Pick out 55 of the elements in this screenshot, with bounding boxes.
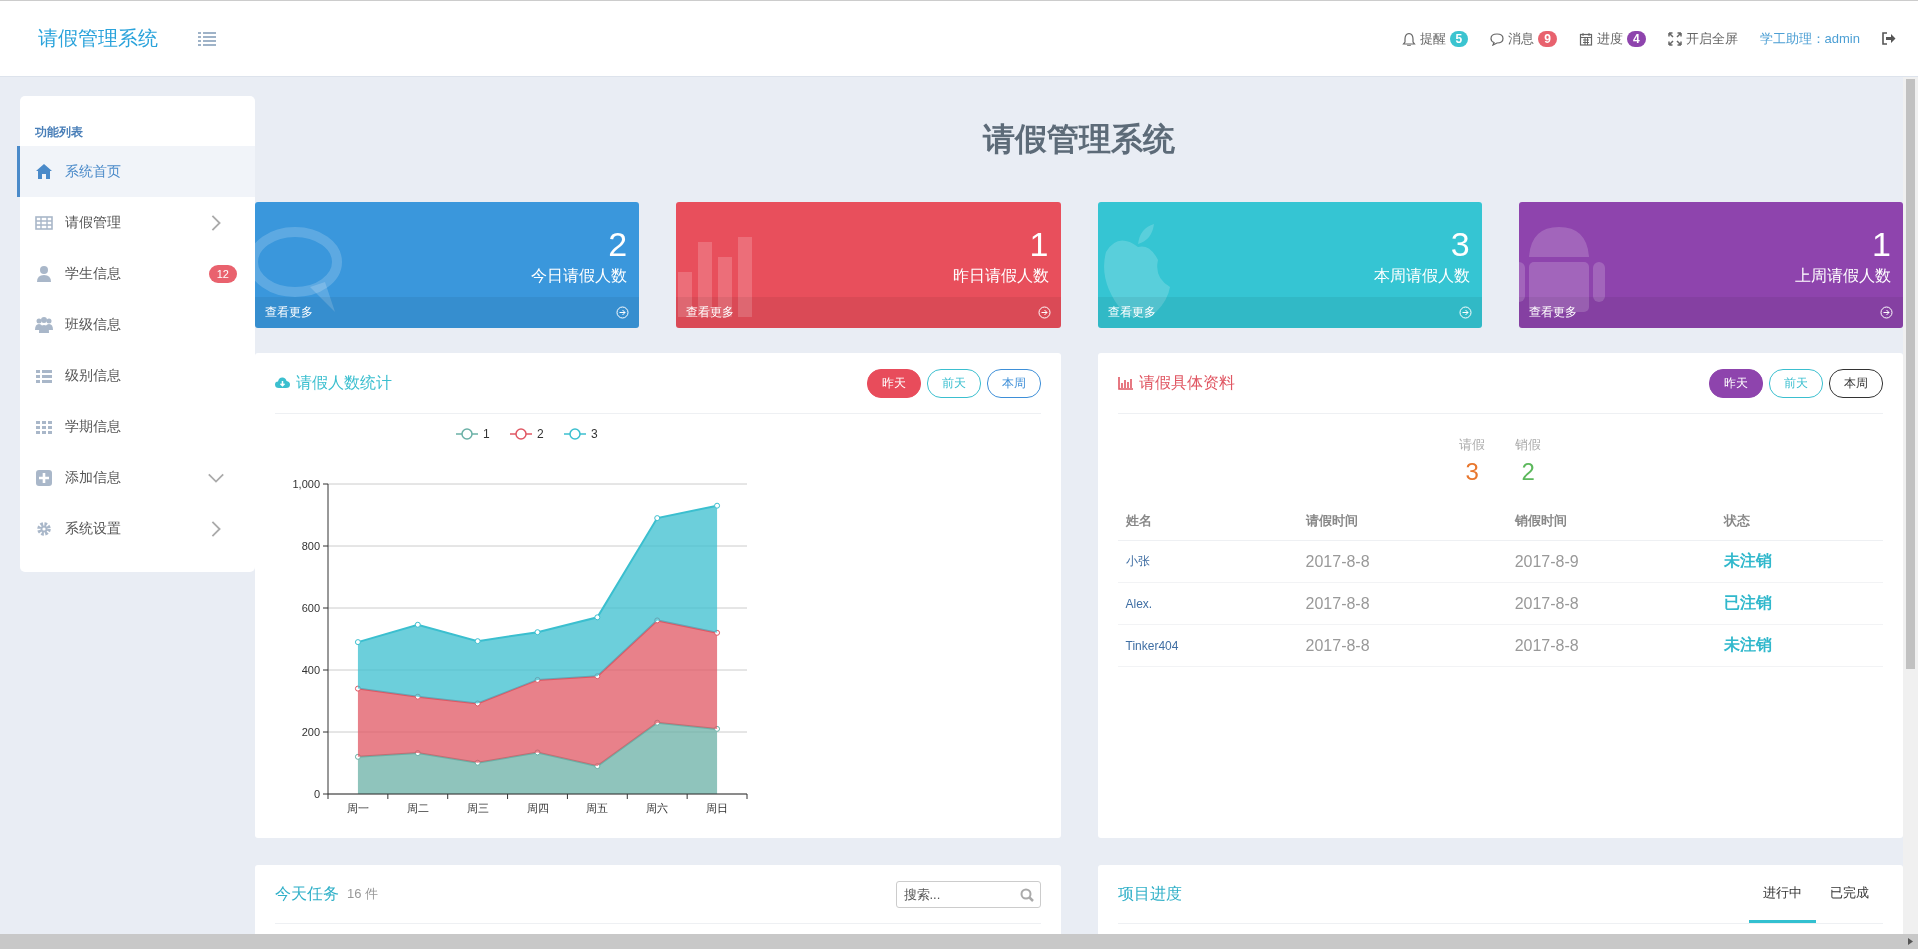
axis-label: 周四	[526, 802, 549, 814]
table-cell: Tinker404	[1117, 624, 1298, 667]
stat-label: 上周请假人数	[1795, 266, 1891, 286]
stat-label: 今日请假人数	[531, 266, 628, 286]
legend-label: 2	[537, 427, 544, 441]
stat-value: 2	[1521, 458, 1535, 486]
axis-label: 周二	[406, 802, 429, 814]
stat-value: 1	[1029, 226, 1049, 262]
table-cell: 2017-8-8	[1297, 540, 1507, 583]
axis-label: 800	[301, 540, 320, 552]
axis-label: 400	[301, 664, 320, 676]
table-cell: 2017-8-8	[1506, 582, 1716, 625]
table-cell: Alex.	[1117, 582, 1298, 625]
table-cell: 2017-8-8	[1297, 582, 1507, 625]
axis-label: 周日	[706, 802, 729, 814]
panel-title: 请假人数统计	[296, 372, 392, 393]
axis-label: 1,000	[292, 478, 320, 490]
table-cell: 2017-8-8	[1297, 624, 1507, 667]
task-count: 16 件	[347, 885, 379, 903]
table-cell: 未注销	[1715, 624, 1883, 667]
table-cell: 2017-8-8	[1506, 624, 1716, 667]
axis-label: 周三	[466, 802, 489, 814]
table-cell: 已注销	[1715, 582, 1883, 625]
panel-title: 请假具体资料	[1138, 372, 1235, 393]
stat-value: 1	[1872, 226, 1891, 262]
stat-label: 本周请假人数	[1373, 266, 1470, 286]
count-badge: 12	[208, 264, 237, 283]
axis-label: 0	[313, 788, 320, 800]
column-header: 状态	[1715, 502, 1883, 541]
axis-label: 周六	[646, 802, 669, 814]
column-header: 请假时间	[1297, 502, 1507, 541]
table-cell: 未注销	[1715, 540, 1883, 583]
table-cell: 小张	[1117, 540, 1298, 583]
axis-label: 周一	[346, 802, 369, 814]
column-header: 姓名	[1117, 502, 1298, 541]
stat-value: 3	[1465, 458, 1479, 486]
axis-label: 600	[301, 602, 320, 614]
sidebar-heading: 功能列表	[34, 124, 84, 141]
count-badge: 9	[1538, 30, 1557, 47]
axis-label: 周五	[586, 802, 609, 814]
count-badge: 4	[1626, 30, 1646, 47]
legend-label: 1	[483, 427, 490, 441]
stat-value: 2	[608, 226, 628, 262]
stat-label: 昨日请假人数	[952, 266, 1049, 286]
stat-label: 请假	[1459, 436, 1486, 454]
panel-title: 项目进度	[1117, 883, 1182, 904]
panel-title: 今天任务	[275, 883, 339, 904]
column-header: 销假时间	[1506, 502, 1716, 541]
table-cell: 2017-8-9	[1506, 540, 1716, 583]
count-badge: 5	[1449, 30, 1469, 47]
axis-label: 200	[301, 726, 320, 738]
legend-label: 3	[591, 427, 598, 441]
stat-value: 3	[1450, 226, 1470, 262]
page-title: 请假管理系统	[983, 119, 1175, 159]
stat-label: 销假	[1515, 436, 1542, 454]
